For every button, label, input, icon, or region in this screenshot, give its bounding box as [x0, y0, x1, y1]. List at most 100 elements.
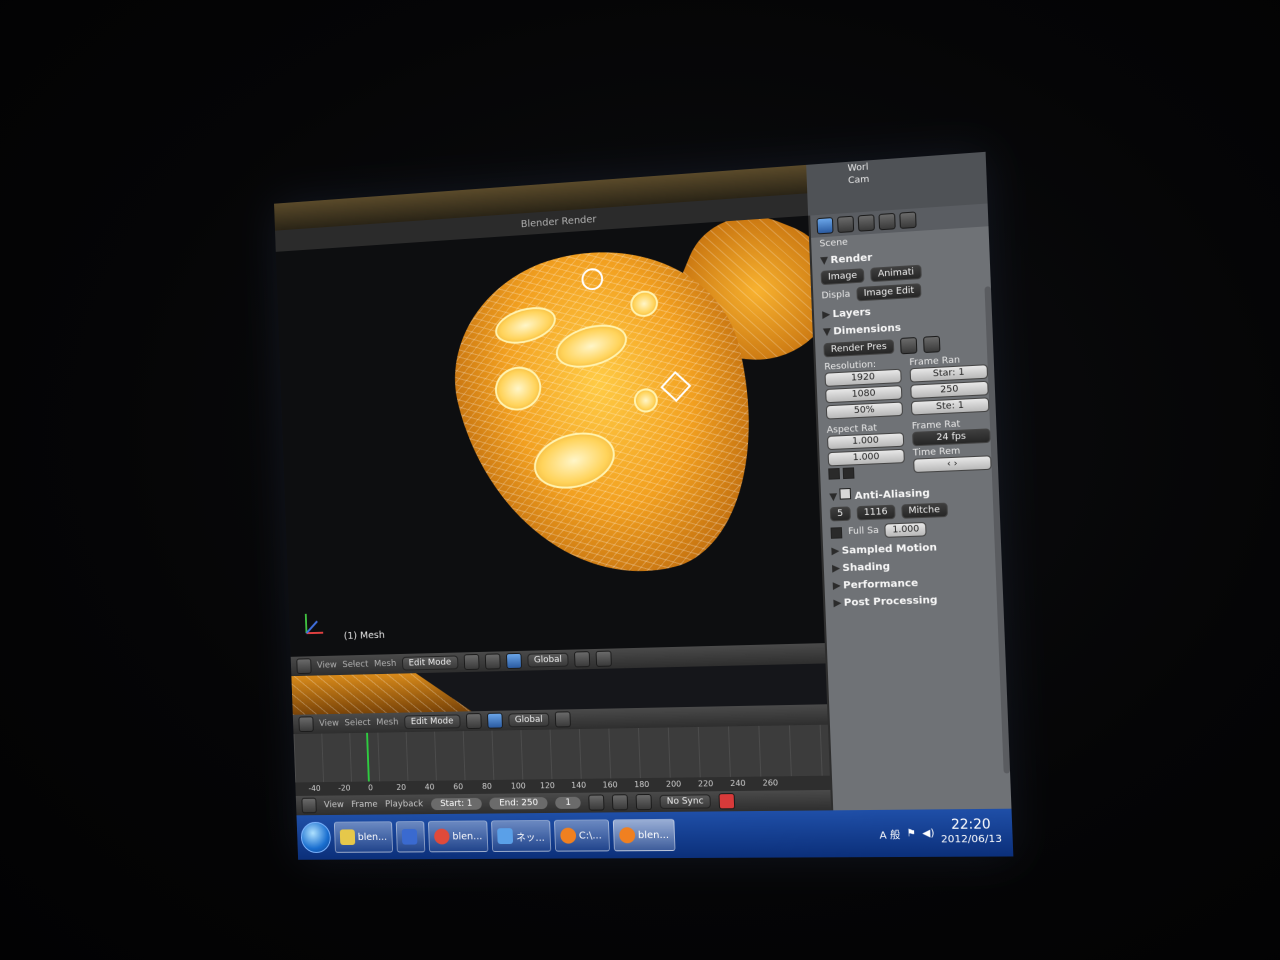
volume-icon[interactable]: ◀): [922, 827, 935, 838]
start-frame-field[interactable]: Start: 1: [430, 797, 483, 811]
pivot-icon[interactable]: [484, 653, 501, 670]
mode-select[interactable]: Edit Mode: [403, 714, 461, 730]
aa-filter-select[interactable]: Mitche: [900, 502, 948, 519]
ruler-tick: 100: [510, 781, 526, 791]
notepad-icon: [401, 828, 418, 845]
menu-mesh[interactable]: Mesh: [376, 718, 399, 728]
menu-view[interactable]: View: [319, 719, 339, 729]
aa-samples-16-button[interactable]: 1116: [856, 504, 896, 521]
add-preset-icon[interactable]: [899, 337, 918, 355]
world-tab-icon[interactable]: [857, 214, 875, 232]
frame-step-field[interactable]: Ste: 1: [910, 397, 990, 416]
properties-panel: Scene ▼ Render Image Animati Displa Image…: [808, 203, 1014, 811]
resolution-percent-field[interactable]: 50%: [825, 401, 904, 420]
monitor-screen: – □ ✕ Blender Render Worl Cam: [274, 151, 1014, 860]
jump-end-icon[interactable]: [635, 793, 653, 811]
taskbar-item[interactable]: [395, 820, 426, 853]
menu-view[interactable]: View: [317, 661, 337, 671]
mesh-preview: [291, 672, 471, 715]
end-frame-field[interactable]: End: 250: [489, 797, 549, 810]
mesh-hole: [551, 317, 632, 375]
ruler-tick: -40: [308, 784, 321, 793]
record-icon[interactable]: [718, 793, 736, 810]
full-sample-checkbox[interactable]: [830, 526, 843, 539]
mesh-hole: [490, 361, 546, 416]
frame-cursor[interactable]: [366, 732, 370, 782]
taskbar-item[interactable]: C:\...: [553, 819, 610, 852]
frame-end-field[interactable]: 250: [910, 380, 989, 400]
ruler-tick: 120: [539, 781, 556, 791]
layer-icon[interactable]: [574, 651, 591, 668]
menu-select[interactable]: Select: [344, 718, 370, 728]
3d-viewport[interactable]: (1) Mesh: [275, 215, 825, 657]
render-engine-label[interactable]: Blender Render: [521, 214, 597, 230]
manipulator-icon[interactable]: [486, 712, 503, 729]
ruler-tick: 80: [481, 781, 493, 791]
render-tab-icon[interactable]: [816, 217, 834, 235]
manipulator-icon[interactable]: [505, 652, 522, 670]
aspect-y-field[interactable]: 1.000: [827, 448, 905, 467]
menu-view[interactable]: View: [324, 800, 344, 810]
flag-icon[interactable]: ⚑: [906, 828, 916, 839]
sync-select[interactable]: No Sync: [659, 794, 711, 809]
aa-samples-5-button[interactable]: 5: [829, 506, 851, 522]
border-checkbox[interactable]: [828, 467, 841, 480]
ime-indicator[interactable]: A 般: [879, 826, 900, 841]
anti-aliasing-checkbox[interactable]: [839, 487, 852, 500]
snap-icon[interactable]: [555, 711, 572, 728]
taskbar-item-active[interactable]: blen...: [612, 818, 676, 852]
shading-icon[interactable]: [463, 653, 480, 671]
render-animation-button[interactable]: Animati: [870, 264, 922, 283]
orientation-select[interactable]: Global: [507, 712, 550, 728]
crop-checkbox[interactable]: [842, 467, 855, 480]
menu-playback[interactable]: Playback: [385, 799, 423, 809]
mesh-hole: [627, 287, 661, 321]
mode-select[interactable]: Edit Mode: [401, 655, 459, 671]
network-icon: [497, 828, 514, 845]
clock[interactable]: 22:20 2012/06/13: [940, 817, 1002, 847]
display-label: Displa: [821, 289, 851, 302]
blender-icon: [559, 827, 577, 844]
jump-start-icon[interactable]: [588, 794, 605, 811]
display-select[interactable]: Image Edit: [856, 283, 922, 302]
resolution-y-field[interactable]: 1080: [825, 385, 903, 404]
taskbar-item[interactable]: blen...: [428, 820, 489, 853]
folder-icon: [339, 829, 356, 846]
orientation-select[interactable]: Global: [526, 652, 570, 668]
shading-icon[interactable]: [465, 713, 482, 730]
menu-mesh[interactable]: Mesh: [374, 659, 397, 669]
windows-taskbar: blen... blen... ネッ... C:\... blen... A 般…: [296, 808, 1014, 860]
taskbar-item[interactable]: ネッ...: [491, 819, 552, 852]
axis-gizmo-icon: [298, 609, 327, 639]
modifier-tab-icon[interactable]: [899, 211, 917, 229]
chrome-icon: [434, 828, 450, 845]
render-preset-select[interactable]: Render Pres: [823, 339, 895, 358]
photo-background: – □ ✕ Blender Render Worl Cam: [0, 0, 1280, 960]
ruler-tick: 60: [453, 782, 464, 792]
clock-time: 22:20: [950, 817, 992, 834]
timeline-area[interactable]: [293, 724, 830, 783]
mesh-hole: [491, 300, 560, 350]
scene-tab-icon[interactable]: [837, 215, 855, 234]
editor-type-icon[interactable]: [301, 797, 317, 814]
remove-preset-icon[interactable]: [922, 335, 941, 354]
ruler-tick: 140: [571, 780, 587, 790]
menu-frame[interactable]: Frame: [351, 800, 378, 810]
start-button[interactable]: [300, 821, 332, 853]
current-frame-field[interactable]: 1: [555, 796, 582, 809]
editor-type-icon[interactable]: [296, 658, 312, 675]
ruler-tick: 220: [697, 779, 714, 789]
editor-type-icon[interactable]: [298, 716, 314, 733]
ruler-tick: 0: [367, 783, 374, 793]
render-image-button[interactable]: Image: [820, 268, 865, 286]
ruler-tick: 180: [634, 779, 650, 790]
play-icon[interactable]: [611, 794, 629, 811]
ruler-tick: 240: [730, 778, 746, 789]
taskbar-item[interactable]: blen...: [333, 821, 394, 853]
blender-icon: [618, 827, 636, 844]
snap-icon[interactable]: [595, 650, 613, 667]
mesh-hole: [528, 423, 621, 497]
menu-select[interactable]: Select: [342, 660, 368, 670]
object-tab-icon[interactable]: [878, 212, 896, 231]
filter-size-field[interactable]: 1.000: [884, 521, 927, 538]
